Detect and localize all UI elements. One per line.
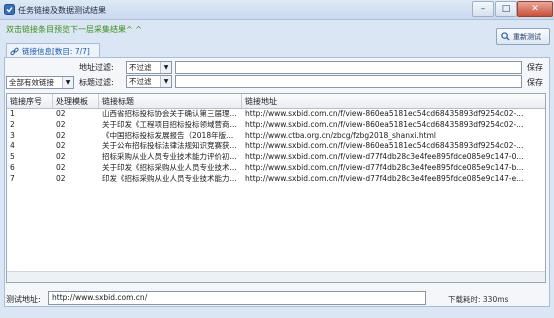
row-url: http://www.sxbid.com.cn/f/view-d77f4db28… — [245, 152, 524, 162]
link-type-select[interactable]: 全部有效链接 ▼ — [6, 76, 74, 89]
maximize-button[interactable]: □ — [495, 1, 517, 17]
row-template: 02 — [56, 163, 66, 172]
table-row[interactable]: 1 02 山西省招标投标协会关于确认第三届理... http://www.sxb… — [7, 109, 545, 120]
row-url: http://www.sxbid.com.cn/f/view-860ea5181… — [245, 119, 524, 129]
url-filter-input[interactable] — [175, 61, 522, 74]
row-url: http://www.sxbid.com.cn/f/view-d77f4db28… — [245, 163, 524, 172]
row-index: 7 — [10, 173, 15, 183]
row-template: 02 — [56, 152, 66, 162]
row-template: 02 — [56, 130, 66, 140]
column-header[interactable]: 链接标题 — [99, 94, 242, 108]
row-url: http://www.sxbid.com.cn/f/view-860ea5181… — [245, 141, 524, 151]
hint-text: 双击链接条目预览下一层采集结果^ ^ — [6, 25, 142, 34]
table-row[interactable]: 7 02 印发《招标采购从业人员专业技术能力... http://www.sxb… — [7, 173, 545, 185]
column-header[interactable]: 链接地址 — [242, 94, 545, 108]
retest-label: 重新测试 — [513, 32, 541, 41]
maximize-icon: □ — [501, 4, 511, 14]
horizontal-scrollbar[interactable] — [7, 271, 545, 282]
row-title: 关于印发《招标采购从业人员专业技术... — [102, 163, 237, 172]
minimize-button[interactable]: – — [472, 1, 494, 17]
row-title: 山西省招标投标协会关于确认第三届理... — [102, 109, 237, 118]
save-url-filter-button[interactable]: 保存 — [527, 62, 543, 73]
retest-button[interactable]: 重新测试 — [496, 28, 550, 45]
row-template: 02 — [56, 119, 66, 129]
url-filter-value: 不过滤 — [129, 63, 152, 72]
test-address-label: 测试地址: — [6, 295, 41, 304]
row-template: 02 — [56, 109, 66, 118]
chevron-down-icon: ▼ — [160, 76, 171, 87]
test-address-input[interactable]: http://www.sxbid.com.cn/ — [48, 291, 426, 305]
table-row[interactable]: 4 02 关于公布招标投标法律法规知识竞赛获... http://www.sxb… — [7, 141, 545, 152]
chevron-down-icon: ▼ — [160, 62, 171, 73]
tab-link-info[interactable]: 链接信息[数目: 7/7] — [6, 43, 100, 58]
row-title: 印发《招标采购从业人员专业技术能力... — [102, 173, 237, 183]
table-row[interactable]: 5 02 招标采购从业人员专业技术能力评价初... http://www.sxb… — [7, 152, 545, 163]
row-index: 5 — [10, 152, 15, 162]
row-title: 关于印发《工程项目招标投标领域营商环... — [102, 119, 242, 129]
table-row[interactable]: 3 02 《中国招标投标发展报告（2018年版... http://www.ct… — [7, 130, 545, 142]
row-index: 3 — [10, 130, 15, 140]
title-filter-value: 不过滤 — [129, 77, 152, 86]
row-url: http://www.sxbid.com.cn/f/view-d77f4db28… — [245, 173, 524, 183]
row-index: 4 — [10, 141, 15, 151]
title-filter-label: 标题过滤: — [79, 78, 114, 87]
minimize-icon: – — [480, 4, 486, 14]
column-header[interactable]: 链接序号 — [7, 94, 53, 108]
url-filter-select[interactable]: 不过滤 ▼ — [126, 61, 172, 74]
row-title: 招标采购从业人员专业技术能力评价初... — [102, 152, 237, 162]
save-title-filter-button[interactable]: 保存 — [527, 77, 543, 88]
app-icon — [4, 4, 15, 15]
search-icon — [501, 32, 510, 41]
row-url: http://www.ctba.org.cn/zbcg/fzbg2018_sha… — [245, 130, 437, 140]
table-row[interactable]: 2 02 关于印发《工程项目招标投标领域营商环... http://www.sx… — [7, 119, 545, 131]
row-index: 2 — [10, 119, 15, 129]
window-title: 任务链接及数据测试结果 — [18, 6, 106, 15]
row-url: http://www.sxbid.com.cn/f/view-860ea5181… — [245, 109, 524, 118]
row-index: 1 — [10, 109, 15, 118]
table-row[interactable]: 6 02 关于印发《招标采购从业人员专业技术... http://www.sxb… — [7, 163, 545, 174]
tab-label: 链接信息[数目: 7/7] — [22, 46, 90, 56]
title-filter-select[interactable]: 不过滤 ▼ — [126, 75, 172, 88]
download-time-status: 下载耗时: 330ms — [448, 295, 509, 304]
link-type-value: 全部有效链接 — [9, 78, 54, 87]
row-title: 《中国招标投标发展报告（2018年版... — [102, 130, 234, 140]
row-title: 关于公布招标投标法律法规知识竞赛获... — [102, 141, 237, 151]
row-template: 02 — [56, 173, 66, 183]
row-template: 02 — [56, 141, 66, 151]
column-header[interactable]: 处理模板 — [53, 94, 99, 108]
close-icon: ✕ — [531, 4, 539, 14]
table-header: 链接序号 处理模板 链接标题 链接地址 — [7, 94, 545, 109]
chevron-down-icon: ▼ — [62, 77, 73, 88]
url-filter-label: 地址过滤: — [79, 63, 114, 72]
link-table[interactable]: 链接序号 处理模板 链接标题 链接地址 1 02 山西省招标投标协会关于确认第三… — [6, 93, 546, 283]
close-button[interactable]: ✕ — [517, 1, 553, 17]
link-icon — [10, 47, 19, 55]
row-index: 6 — [10, 163, 15, 172]
title-filter-input[interactable] — [175, 75, 522, 88]
